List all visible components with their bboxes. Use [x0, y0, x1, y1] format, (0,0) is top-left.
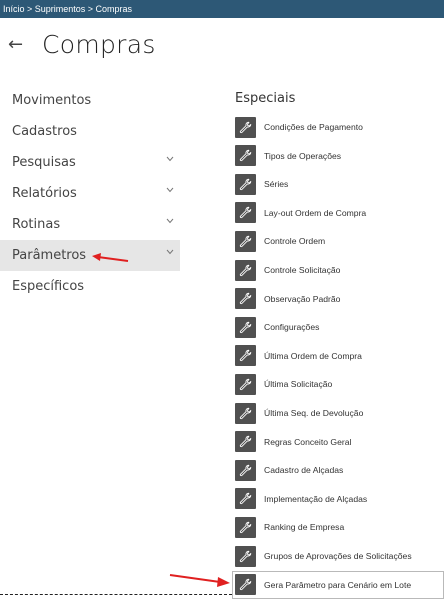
especiais-item[interactable]: Cadastro de Alçadas: [235, 457, 435, 483]
especiais-item-label: Tipos de Operações: [264, 150, 342, 161]
especiais-item-label: Cadastro de Alçadas: [264, 465, 344, 476]
wrench-icon: [235, 459, 256, 481]
especiais-item-label: Gera Parâmetro para Cenário em Lote: [264, 579, 412, 590]
page-title: Compras: [42, 29, 156, 59]
nav-item-movimentos[interactable]: Movimentos: [0, 85, 180, 116]
especiais-item[interactable]: Grupos de Aprovações de Solicitações: [235, 543, 435, 569]
nav-item-label: Pesquisas: [12, 155, 76, 170]
especiais-item-label: Implementação de Alçadas: [264, 493, 368, 504]
wrench-icon: [235, 431, 256, 453]
especiais-section: Especiais Condições de Pagamento Tipos de…: [232, 88, 444, 599]
especiais-item-label: Controle Solicitação: [264, 265, 341, 275]
section-title: Especiais: [235, 91, 296, 106]
page-header: ← Compras: [8, 28, 156, 60]
especiais-item-label: Regras Conceito Geral: [264, 436, 352, 447]
especiais-item-label: Ranking de Empresa: [264, 522, 345, 533]
wrench-icon: [235, 345, 256, 367]
wrench-icon: [235, 373, 256, 395]
especiais-item[interactable]: Última Seq. de Devolução: [235, 400, 435, 426]
especiais-item[interactable]: Ranking de Empresa: [235, 514, 435, 540]
wrench-icon: [235, 402, 256, 424]
wrench-icon: [235, 574, 256, 596]
especiais-item[interactable]: Condições de Pagamento: [235, 114, 435, 140]
especiais-item-label: Última Ordem de Compra: [264, 350, 362, 361]
especiais-item-label: Séries: [264, 179, 289, 190]
especiais-item[interactable]: Última Solicitação: [235, 371, 435, 397]
especiais-item-label: Configurações: [264, 322, 320, 333]
nav-item-label: Cadastros: [12, 124, 77, 139]
especiais-item[interactable]: Implementação de Alçadas: [235, 486, 435, 512]
nav-item-especificos[interactable]: Específicos: [0, 271, 180, 302]
especiais-item-label: Grupos de Aprovações de Solicitações: [264, 551, 412, 561]
chevron-down-icon: [166, 249, 174, 255]
wrench-icon: [235, 230, 256, 252]
wrench-icon: [235, 516, 256, 538]
especiais-item-label: Última Seq. de Devolução: [264, 408, 364, 418]
wrench-icon: [235, 545, 256, 567]
nav-item-cadastros[interactable]: Cadastros: [0, 116, 180, 147]
wrench-icon: [235, 173, 256, 195]
nav-item-label: Específicos: [12, 279, 85, 294]
especiais-item[interactable]: Séries: [235, 171, 435, 197]
wrench-icon: [235, 116, 256, 138]
wrench-icon: [235, 259, 256, 281]
especiais-item[interactable]: Última Ordem de Compra: [235, 343, 435, 369]
especiais-item[interactable]: Tipos de Operações: [235, 143, 435, 169]
nav-item-relatorios[interactable]: Relatórios: [0, 178, 180, 209]
nav-item-label: Parâmetros: [12, 248, 87, 263]
nav-item-pesquisas[interactable]: Pesquisas: [0, 147, 180, 178]
nav-item-label: Movimentos: [12, 93, 92, 108]
selection-divider: [0, 594, 232, 595]
wrench-icon: [235, 202, 256, 224]
especiais-item[interactable]: Observação Padrão: [235, 286, 435, 312]
especiais-item-label: Controle Ordem: [264, 236, 326, 247]
wrench-icon: [235, 145, 256, 167]
especiais-item[interactable]: Controle Ordem: [235, 228, 435, 254]
red-arrow-icon: [92, 253, 129, 262]
nav-item-label: Relatórios: [12, 186, 77, 201]
red-arrow-icon: [169, 574, 230, 587]
especiais-item-label: Lay-out Ordem de Compra: [264, 207, 367, 218]
chevron-down-icon: [166, 218, 174, 224]
breadcrumb-bar: Início > Suprimentos > Compras: [0, 0, 444, 18]
wrench-icon: [235, 316, 256, 338]
chevron-down-icon: [166, 156, 174, 162]
nav-item-rotinas[interactable]: Rotinas: [0, 209, 180, 240]
especiais-item[interactable]: Controle Solicitação: [235, 257, 435, 283]
breadcrumb[interactable]: Início > Suprimentos > Compras: [3, 4, 132, 14]
especiais-item[interactable]: Regras Conceito Geral: [235, 429, 435, 455]
left-nav: Movimentos Cadastros Pesquisas Relatório…: [0, 85, 190, 302]
wrench-icon: [235, 288, 256, 310]
especiais-item[interactable]: Gera Parâmetro para Cenário em Lote: [232, 570, 444, 599]
especiais-item-label: Última Solicitação: [264, 379, 333, 390]
especiais-item-label: Observação Padrão: [264, 293, 341, 304]
especiais-item[interactable]: Configurações: [235, 314, 435, 340]
especiais-item[interactable]: Lay-out Ordem de Compra: [235, 200, 435, 226]
chevron-down-icon: [166, 187, 174, 193]
especiais-item-label: Condições de Pagamento: [264, 122, 363, 132]
wrench-icon: [235, 488, 256, 510]
nav-item-label: Rotinas: [12, 217, 61, 232]
back-arrow-icon[interactable]: ←: [8, 34, 32, 55]
